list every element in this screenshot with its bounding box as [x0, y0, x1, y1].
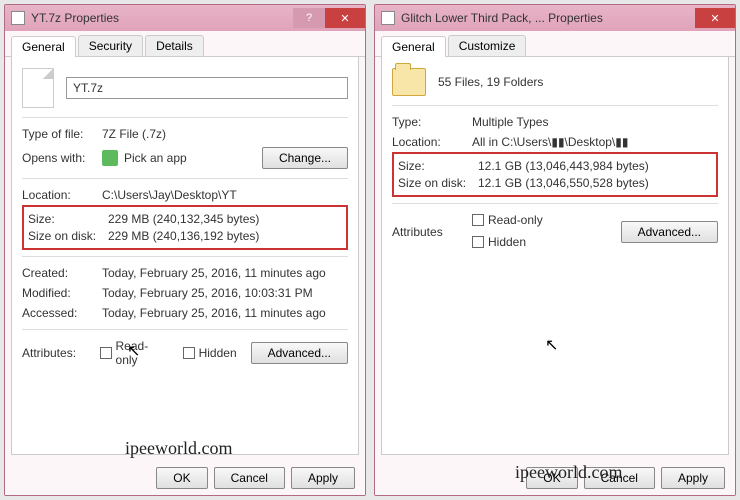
- location-value: All in C:\Users\▮▮\Desktop\▮▮: [472, 135, 718, 149]
- tab-row: General Customize: [375, 31, 735, 57]
- modified-value: Today, February 25, 2016, 10:03:31 PM: [102, 286, 348, 300]
- type-value: 7Z File (.7z): [102, 127, 348, 141]
- size-highlight: Size: 12.1 GB (13,046,443,984 bytes) Siz…: [392, 152, 718, 197]
- size-value: 229 MB (240,132,345 bytes): [108, 212, 342, 226]
- advanced-button[interactable]: Advanced...: [251, 342, 348, 364]
- hidden-label: Hidden: [199, 346, 237, 360]
- readonly-checkbox[interactable]: Read-only: [472, 213, 543, 227]
- filename-input[interactable]: YT.7z: [66, 77, 348, 99]
- close-button[interactable]: ✕: [695, 8, 735, 28]
- window-icon: [381, 11, 395, 25]
- cancel-button[interactable]: Cancel: [214, 467, 285, 489]
- summary-text: 55 Files, 19 Folders: [438, 75, 718, 89]
- apply-button[interactable]: Apply: [661, 467, 725, 489]
- tab-general[interactable]: General: [381, 36, 446, 57]
- close-button[interactable]: ✕: [325, 8, 365, 28]
- checkbox-icon: [183, 347, 195, 359]
- window-title: YT.7z Properties: [31, 11, 293, 25]
- attributes-label: Attributes: [392, 225, 472, 239]
- apply-button[interactable]: Apply: [291, 467, 355, 489]
- checkbox-icon: [472, 236, 484, 248]
- help-button[interactable]: ?: [293, 8, 325, 28]
- modified-label: Modified:: [22, 286, 102, 300]
- checkbox-icon: [100, 347, 112, 359]
- tab-content: YT.7z Type of file: 7Z File (.7z) Opens …: [11, 57, 359, 455]
- checkbox-icon: [472, 214, 484, 226]
- ok-button[interactable]: OK: [156, 467, 207, 489]
- hidden-checkbox[interactable]: Hidden: [183, 346, 237, 360]
- created-value: Today, February 25, 2016, 11 minutes ago: [102, 266, 348, 280]
- tab-row: General Security Details: [5, 31, 365, 57]
- size-label: Size:: [28, 212, 108, 226]
- type-label: Type:: [392, 115, 472, 129]
- file-icon: [22, 68, 54, 108]
- size-disk-label: Size on disk:: [28, 229, 108, 243]
- titlebar[interactable]: YT.7z Properties ? ✕: [5, 5, 365, 31]
- created-label: Created:: [22, 266, 102, 280]
- hidden-checkbox[interactable]: Hidden: [472, 235, 526, 249]
- size-label: Size:: [398, 159, 478, 173]
- readonly-label: Read-only: [116, 339, 169, 367]
- tab-customize[interactable]: Customize: [448, 35, 527, 56]
- opens-label: Opens with:: [22, 151, 102, 165]
- properties-window-left: YT.7z Properties ? ✕ General Security De…: [4, 4, 366, 496]
- size-value: 12.1 GB (13,046,443,984 bytes): [478, 159, 712, 173]
- watermark: ipeeworld.com: [125, 438, 232, 459]
- cursor-icon: ↖: [545, 335, 558, 355]
- dialog-buttons: OK Cancel Apply: [5, 461, 365, 495]
- tab-general[interactable]: General: [11, 36, 76, 57]
- tab-details[interactable]: Details: [145, 35, 204, 56]
- store-icon: [102, 150, 118, 166]
- tab-security[interactable]: Security: [78, 35, 143, 56]
- titlebar[interactable]: Glitch Lower Third Pack, ... Properties …: [375, 5, 735, 31]
- location-value: C:\Users\Jay\Desktop\YT: [102, 188, 348, 202]
- accessed-label: Accessed:: [22, 306, 102, 320]
- size-disk-label: Size on disk:: [398, 176, 478, 190]
- location-label: Location:: [392, 135, 472, 149]
- window-title: Glitch Lower Third Pack, ... Properties: [401, 11, 695, 25]
- readonly-checkbox[interactable]: Read-only: [100, 339, 169, 367]
- type-value: Multiple Types: [472, 115, 718, 129]
- watermark: ipeeworld.com: [515, 462, 622, 483]
- opens-text: Pick an app: [124, 151, 187, 165]
- hidden-label: Hidden: [488, 235, 526, 249]
- attributes-label: Attributes:: [22, 346, 100, 360]
- type-label: Type of file:: [22, 127, 102, 141]
- size-highlight: Size: 229 MB (240,132,345 bytes) Size on…: [22, 205, 348, 250]
- tab-content: 55 Files, 19 Folders Type: Multiple Type…: [381, 57, 729, 455]
- size-disk-value: 12.1 GB (13,046,550,528 bytes): [478, 176, 712, 190]
- opens-value: Pick an app: [102, 150, 262, 166]
- change-button[interactable]: Change...: [262, 147, 348, 169]
- location-label: Location:: [22, 188, 102, 202]
- advanced-button[interactable]: Advanced...: [621, 221, 718, 243]
- size-disk-value: 229 MB (240,136,192 bytes): [108, 229, 342, 243]
- readonly-label: Read-only: [488, 213, 543, 227]
- properties-window-right: Glitch Lower Third Pack, ... Properties …: [374, 4, 736, 496]
- folder-icon: [392, 68, 426, 96]
- window-icon: [11, 11, 25, 25]
- accessed-value: Today, February 25, 2016, 11 minutes ago: [102, 306, 348, 320]
